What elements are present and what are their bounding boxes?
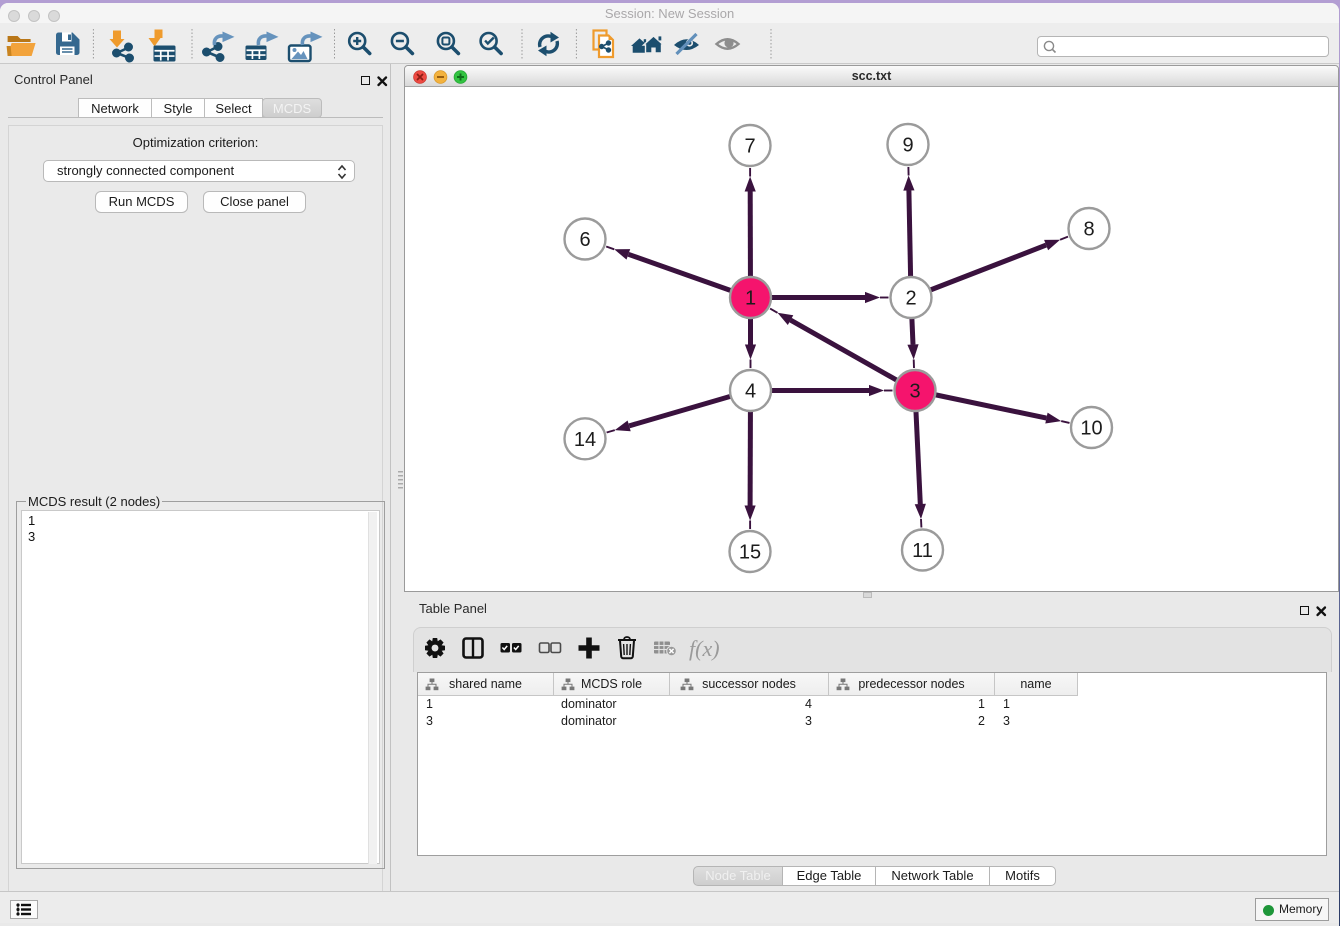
svg-text:7: 7	[744, 136, 755, 158]
svg-text:14: 14	[574, 429, 596, 451]
svg-text:4: 4	[745, 381, 756, 403]
svg-text:6: 6	[579, 229, 590, 251]
svg-text:1: 1	[745, 288, 756, 310]
svg-text:15: 15	[739, 542, 761, 564]
svg-text:3: 3	[909, 381, 920, 403]
svg-text:f(x): f(x)	[689, 636, 720, 661]
svg-text:11: 11	[912, 540, 933, 562]
svg-text:8: 8	[1083, 219, 1094, 241]
svg-text:2: 2	[905, 288, 916, 310]
svg-text:9: 9	[902, 135, 913, 157]
svg-text:10: 10	[1080, 418, 1102, 440]
